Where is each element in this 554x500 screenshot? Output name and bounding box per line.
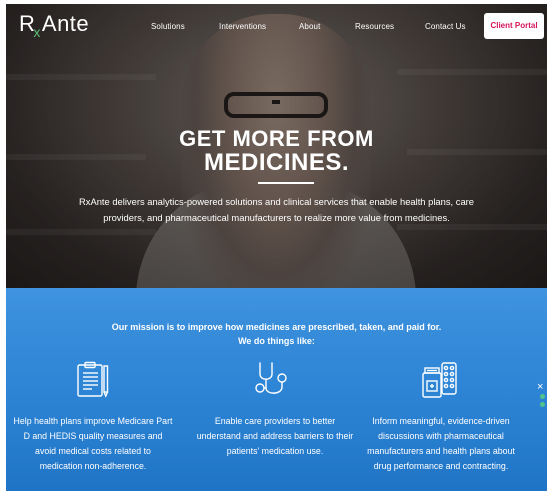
section-dot-2[interactable] bbox=[540, 402, 545, 407]
nav-interventions[interactable]: Interventions bbox=[219, 22, 266, 31]
nav-about[interactable]: About bbox=[299, 22, 320, 31]
page: RxAnte Solutions Interventions About Res… bbox=[6, 4, 547, 491]
logo-ante: Ante bbox=[41, 11, 90, 36]
pills-bottle-icon bbox=[422, 362, 457, 398]
hero-divider bbox=[258, 182, 314, 184]
nav-contact-us[interactable]: Contact Us bbox=[425, 22, 466, 31]
hero-section: RxAnte Solutions Interventions About Res… bbox=[6, 4, 547, 288]
mission-item-health-plans: Help health plans improve Medicare Part … bbox=[13, 416, 173, 471]
client-portal-button[interactable]: Client Portal bbox=[484, 13, 544, 39]
logo-x: x bbox=[33, 24, 41, 40]
clipboard-icon bbox=[77, 361, 109, 398]
hero-description: RxAnte delivers analytics-powered soluti… bbox=[78, 196, 474, 223]
section-dot-1[interactable] bbox=[540, 394, 545, 399]
stethoscope-icon bbox=[255, 362, 287, 394]
mission-section: Our mission is to improve how medicines … bbox=[6, 288, 547, 491]
top-nav: RxAnte Solutions Interventions About Res… bbox=[6, 4, 547, 48]
mission-item-care-providers: Enable care providers to better understa… bbox=[196, 416, 354, 456]
nav-solutions[interactable]: Solutions bbox=[151, 22, 185, 31]
rxante-logo[interactable]: RxAnte bbox=[19, 11, 90, 40]
mission-item-manufacturers: Inform meaningful, evidence-driven discu… bbox=[367, 416, 515, 471]
mission-intro: Our mission is to improve how medicines … bbox=[111, 322, 442, 346]
nav-resources[interactable]: Resources bbox=[355, 22, 394, 31]
hero-headline-line2: MEDICINES. bbox=[203, 149, 349, 176]
close-icon[interactable]: × bbox=[537, 381, 543, 393]
